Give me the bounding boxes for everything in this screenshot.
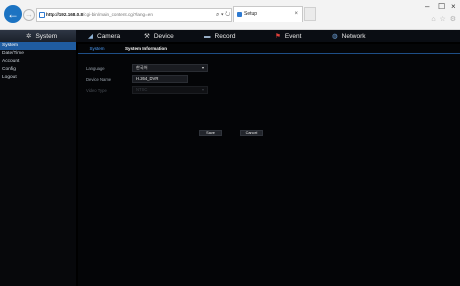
browser-tab[interactable]: Setup × [233,6,303,22]
nav-label: Event [284,32,302,40]
tab-close-icon[interactable]: × [294,7,298,22]
gear-icon: ✲ [26,33,32,40]
nav-label: Record [214,32,236,40]
save-button[interactable]: Save [199,130,222,136]
dvr-setup-app: ✲ System ◢ Camera ⚒ Device ▬ Record ⚑ Ev… [0,30,460,286]
tab-title: Setup [244,11,258,17]
nav-label: Camera [97,32,121,40]
record-icon: ▬ [204,32,211,40]
nav-record[interactable]: ▬ Record [204,30,235,42]
language-select[interactable]: 한국어 ▾ [132,64,208,72]
nav-label: System [35,32,58,40]
section-title: System Information [124,46,167,51]
sidebar: System Date/Time Account Config Logout [0,42,76,286]
video-type-select: NTSC ▾ [132,86,208,94]
nav-network[interactable]: ◍ Network [332,30,366,42]
cancel-button[interactable]: Cancel [240,130,263,136]
video-type-label: Video Type [86,88,107,93]
camera-icon: ◢ [88,33,93,40]
back-arrow-icon[interactable]: ← [4,5,22,23]
nav-camera[interactable]: ◢ Camera [88,30,120,42]
video-type-value: NTSC [136,87,148,92]
device-name-label: Device Name [86,77,112,82]
tab-favicon-icon [237,12,242,17]
page-icon [39,12,45,18]
top-navigation: ✲ System ◢ Camera ⚒ Device ▬ Record ⚑ Ev… [0,30,460,42]
sub-tab-bar: System System Information [78,44,460,54]
home-favorites-tools-icons[interactable]: ⌂ ☆ ⚙ [431,15,457,23]
device-name-field[interactable]: H.264_DVR [132,75,188,83]
url-path: /cgi-bin/main_content.cgi?lang=en [83,12,153,17]
device-icon: ⚒ [144,33,150,40]
event-flag-icon: ⚑ [275,33,281,40]
tab-system[interactable]: System [81,44,113,54]
sidebar-item-date-time[interactable]: Date/Time [0,50,76,58]
search-refresh-icon[interactable]: ⌕ ▾ ↻ [216,8,230,22]
maximize-icon[interactable]: ☐ [438,2,445,12]
forward-arrow-icon[interactable]: → [23,9,35,21]
close-window-icon[interactable]: × [451,2,456,12]
sidebar-item-system[interactable]: System [0,42,76,50]
address-bar[interactable]: http://192.168.0.8/cgi-bin/main_content.… [36,8,232,22]
nav-label: Network [341,32,366,40]
nav-system[interactable]: ✲ System [0,30,76,42]
language-label: Language [86,66,105,71]
language-value: 한국어 [136,65,148,70]
minimize-icon[interactable]: – [425,2,429,12]
chevron-down-icon: ▾ [201,65,204,70]
sidebar-item-account[interactable]: Account [0,58,76,66]
sidebar-item-config[interactable]: Config [0,66,76,74]
network-globe-icon: ◍ [332,33,338,40]
nav-device[interactable]: ⚒ Device [144,30,174,42]
nav-event[interactable]: ⚑ Event [275,30,301,42]
settings-panel: System System Information Language 한국어 ▾… [78,44,460,286]
browser-toolbar: ← → http://192.168.0.8/cgi-bin/main_cont… [0,0,460,30]
nav-label: Device [153,32,174,40]
url-host: http://192.168.0.8 [46,12,84,17]
sidebar-item-logout[interactable]: Logout [0,74,76,82]
chevron-down-icon: ▾ [201,87,204,92]
new-tab-button[interactable] [304,7,316,21]
device-name-value: H.264_DVR [136,76,159,81]
